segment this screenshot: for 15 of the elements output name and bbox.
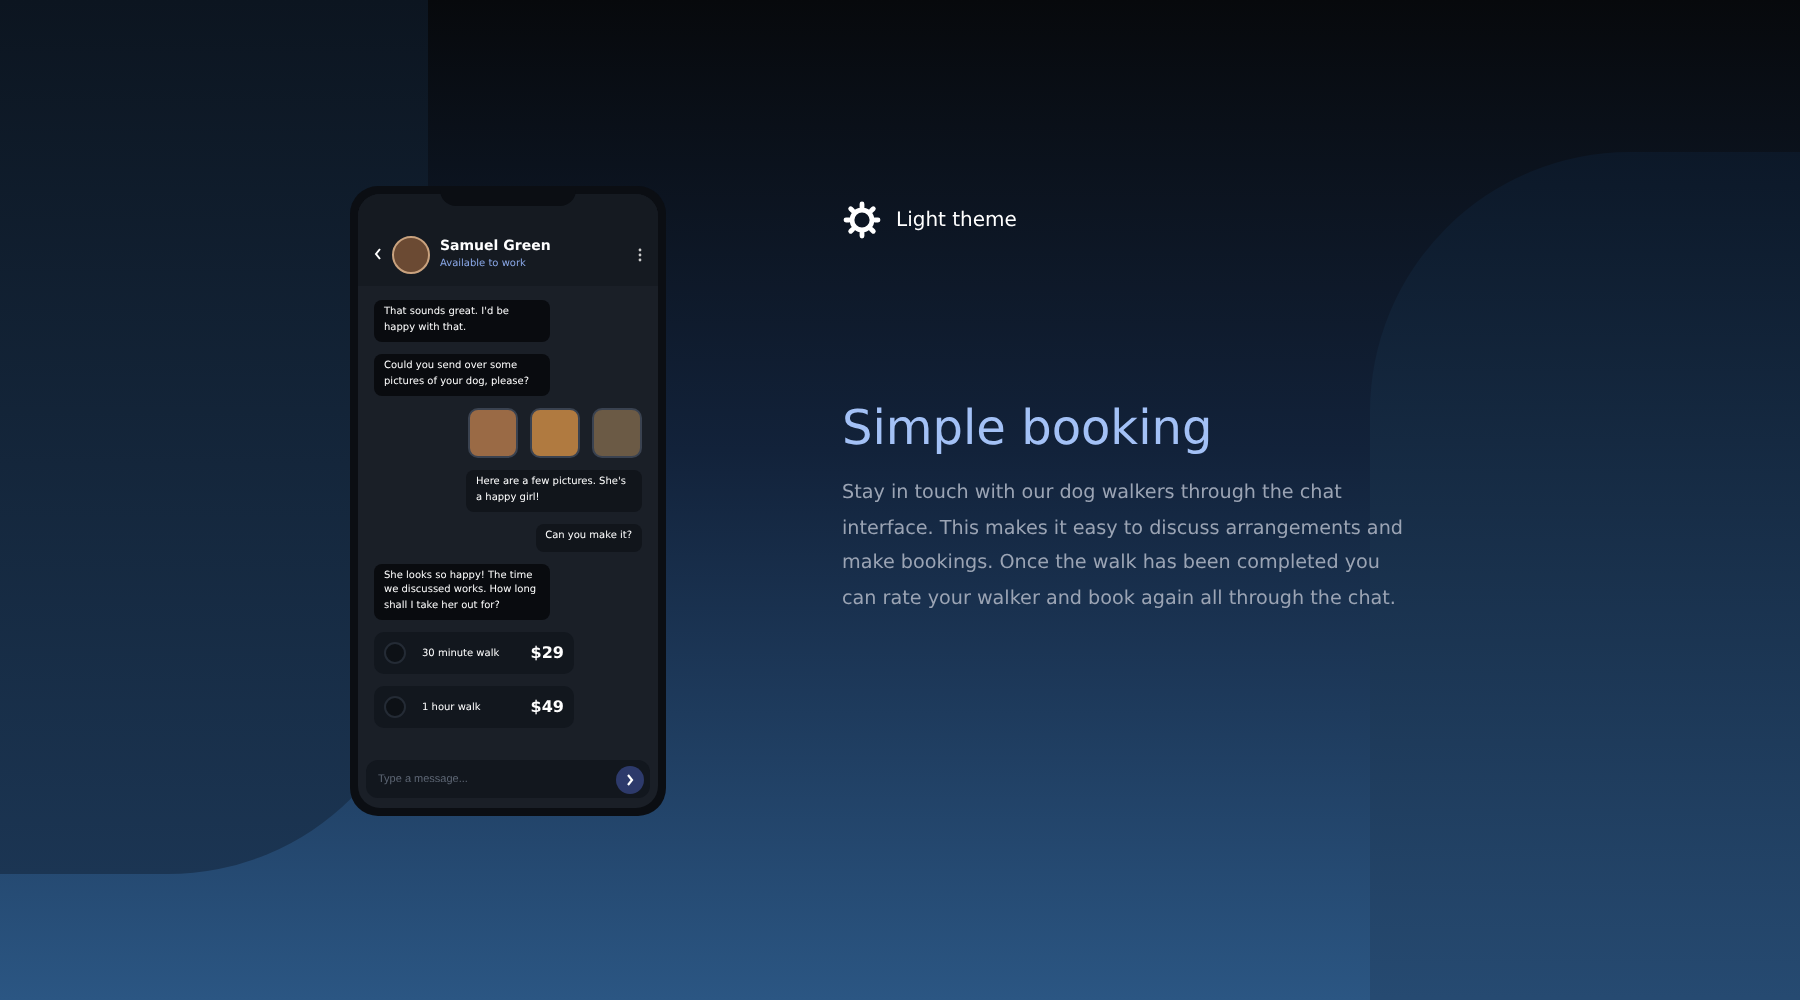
photo-placeholder[interactable] xyxy=(530,408,580,458)
feature-title: Simple booking xyxy=(842,400,1215,456)
avatar xyxy=(392,235,430,273)
feature-description: Stay in touch with our dog walkers through the chat interface. This makes it easy to discuss arrangements and make bookings. Once the walk has been completed you can rate your walker and book again all through the chat. xyxy=(842,480,1405,614)
send-button[interactable] xyxy=(616,765,644,793)
photo-placeholder[interactable] xyxy=(468,408,518,458)
back-icon[interactable] xyxy=(374,248,382,260)
chevron-icon xyxy=(626,773,634,785)
sun-icon xyxy=(842,200,882,240)
photo-placeholder[interactable] xyxy=(592,408,642,458)
option-price: $49 xyxy=(530,698,564,716)
theme-toggle[interactable]: Light theme xyxy=(842,200,1017,240)
radio-button[interactable] xyxy=(384,642,406,664)
option-price: $29 xyxy=(530,644,564,662)
radio-button[interactable] xyxy=(384,696,406,718)
